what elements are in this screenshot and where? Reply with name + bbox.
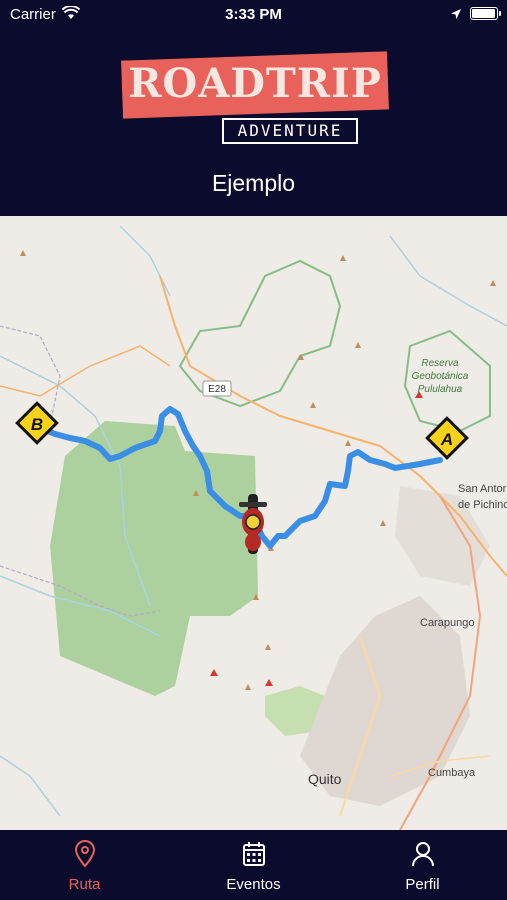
reserve-label-line1: Reserva — [421, 358, 459, 369]
location-arrow-icon — [450, 7, 462, 24]
peak-icon — [380, 520, 386, 526]
route-start-label: A — [440, 430, 453, 449]
town-label-carapungo: Carapungo — [420, 617, 474, 629]
river — [0, 755, 61, 817]
status-bar: Carrier 3:33 PM — [0, 0, 507, 30]
roadtrip-logo: ROADTRIP ADVENTURE — [121, 48, 389, 144]
road-label: E28 — [208, 384, 226, 395]
logo-subtitle: ADVENTURE — [222, 118, 358, 144]
peak-icon — [210, 669, 218, 676]
route-end-label: B — [31, 415, 43, 434]
peak-icon — [345, 440, 351, 446]
peak-icon — [310, 402, 316, 408]
town-label-san-antonio-2: de Pichinc — [458, 499, 507, 511]
peak-icon — [265, 679, 273, 686]
tab-bar: Ruta Eventos Perfil — [0, 830, 507, 900]
status-time: 3:33 PM — [225, 6, 282, 23]
tab-perfil-label: Perfil — [405, 876, 440, 893]
reserve-label-line3: Pululahua — [418, 384, 463, 395]
forest-area — [50, 421, 258, 696]
peak-icon — [490, 280, 496, 286]
page-title: Ejemplo — [211, 170, 296, 196]
town-label-san-antonio-1: San Antor — [458, 483, 507, 495]
peak-icon — [245, 684, 251, 690]
river — [389, 235, 507, 327]
map-pin-icon — [72, 840, 98, 868]
reserve-label-line2: Geobotánica — [412, 371, 469, 382]
tab-eventos-label: Eventos — [226, 876, 281, 893]
tab-eventos[interactable]: Eventos — [169, 830, 338, 900]
calendar-icon — [241, 840, 267, 868]
peak-icon — [355, 342, 361, 348]
town-label-quito: Quito — [308, 771, 342, 787]
map-canvas[interactable]: E28 Reserva Geobotánica Pululahua San An… — [0, 216, 507, 830]
route-map[interactable]: E28 Reserva Geobotánica Pululahua San An… — [0, 216, 507, 830]
tab-ruta[interactable]: Ruta — [0, 830, 169, 900]
town-label-cumbaya: Cumbaya — [428, 767, 476, 779]
tab-ruta-label: Ruta — [68, 876, 101, 893]
app-header: ROADTRIP ADVENTURE Ejemplo — [0, 30, 507, 216]
tab-perfil[interactable]: Perfil — [338, 830, 507, 900]
peak-icon — [340, 255, 346, 261]
user-icon — [410, 840, 436, 868]
battery-icon — [470, 7, 501, 20]
peak-icon — [20, 250, 26, 256]
road — [0, 345, 171, 397]
peak-icon — [265, 644, 271, 650]
logo-title: ROADTRIP — [128, 60, 382, 107]
